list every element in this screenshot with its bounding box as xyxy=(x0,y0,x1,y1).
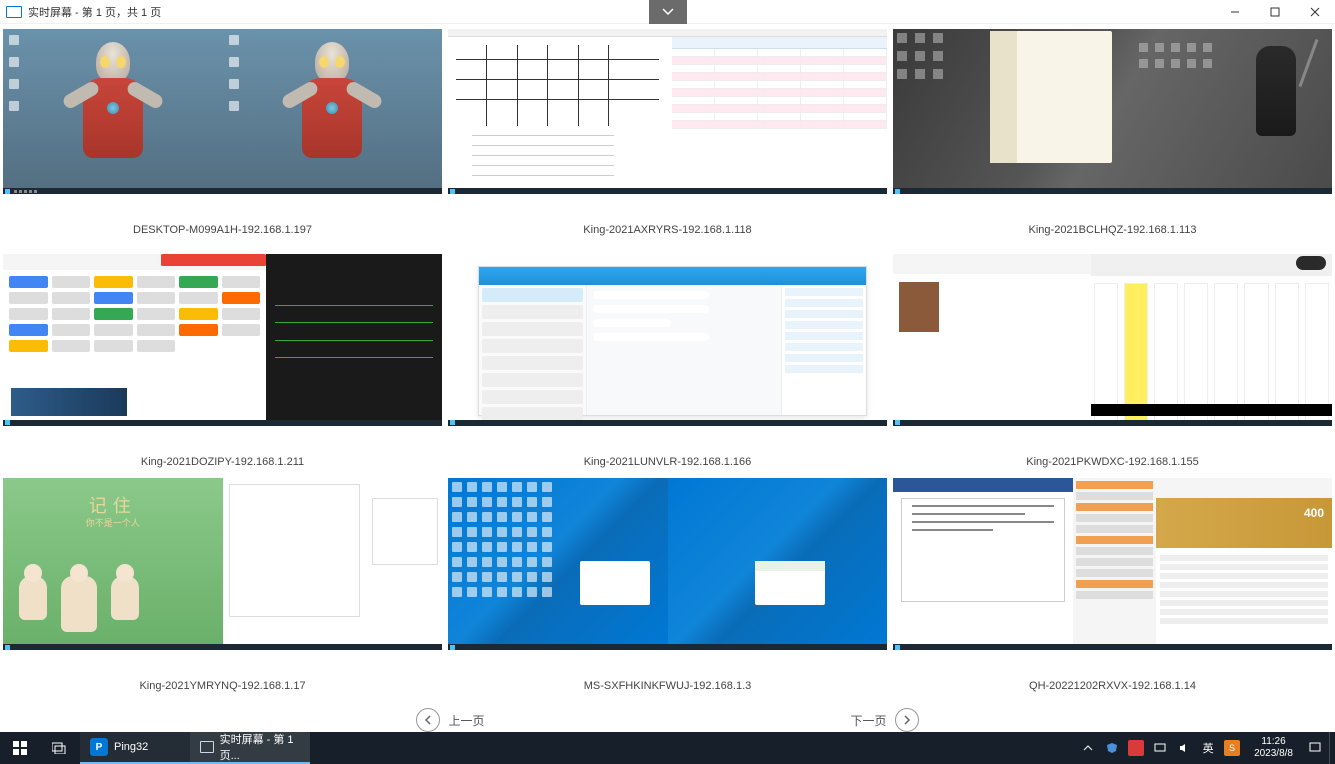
notification-center-icon[interactable] xyxy=(1307,740,1323,756)
window-titlebar: 实时屏幕 - 第 1 页，共 1 页 xyxy=(0,0,1335,24)
clock-date: 2023/8/8 xyxy=(1254,748,1293,760)
screen-thumbnail[interactable] xyxy=(448,254,887,426)
screen-caption: QH-20221202RXVX-192.168.1.14 xyxy=(893,650,1332,692)
task-view-button[interactable] xyxy=(40,732,80,764)
maximize-button[interactable] xyxy=(1255,0,1295,24)
system-tray: 英 S 11:26 2023/8/8 xyxy=(1080,732,1329,764)
close-button[interactable] xyxy=(1295,0,1335,24)
tray-volume-icon[interactable] xyxy=(1176,740,1192,756)
next-page-button[interactable]: 下一页 xyxy=(843,706,927,734)
taskbar-clock[interactable]: 11:26 2023/8/8 xyxy=(1248,736,1299,760)
screen-thumbnail[interactable] xyxy=(448,29,887,194)
screen-caption: King-2021AXRYRS-192.168.1.118 xyxy=(448,194,887,236)
tray-network-icon[interactable] xyxy=(1152,740,1168,756)
app-monitor-icon xyxy=(6,6,22,18)
taskbar-app-ping32[interactable]: P Ping32 xyxy=(80,732,190,764)
screen-caption: DESKTOP-M099A1H-192.168.1.197 xyxy=(3,194,442,236)
screen-thumbnail[interactable]: 记住 你不是一个人 xyxy=(3,478,442,650)
tray-shield-icon[interactable] xyxy=(1104,740,1120,756)
maximize-icon xyxy=(1270,7,1280,17)
tray-overflow-icon[interactable] xyxy=(1080,740,1096,756)
screen-caption: King-2021PKWDXC-192.168.1.155 xyxy=(893,426,1332,468)
monitor-icon xyxy=(200,741,214,753)
screen-tile: King-2021AXRYRS-192.168.1.118 xyxy=(448,29,887,250)
tray-sogou-icon[interactable]: S xyxy=(1224,740,1240,756)
screen-tile: King-2021PKWDXC-192.168.1.155 xyxy=(893,254,1332,475)
screen-tile: King-2021LUNVLR-192.168.1.166 xyxy=(448,254,887,475)
thumb-subtitle: 你不是一个人 xyxy=(86,516,140,529)
thumb-banner-text: 400 xyxy=(1304,506,1324,520)
clock-time: 11:26 xyxy=(1254,736,1293,748)
prev-page-button[interactable]: 上一页 xyxy=(408,706,492,734)
screen-grid: DESKTOP-M099A1H-192.168.1.197 xyxy=(0,24,1335,704)
arrow-right-icon xyxy=(895,708,919,732)
screen-caption: King-2021YMRYNQ-192.168.1.17 xyxy=(3,650,442,692)
start-button[interactable] xyxy=(0,732,40,764)
minimize-icon xyxy=(1230,7,1240,17)
ping32-icon: P xyxy=(90,738,108,756)
screen-tile: MS-SXFHKINKFWUJ-192.168.1.3 xyxy=(448,478,887,699)
screen-thumbnail[interactable]: 400 xyxy=(893,478,1332,650)
screen-tile: King-2021BCLHQZ-192.168.1.113 xyxy=(893,29,1332,250)
screen-thumbnail[interactable] xyxy=(3,254,442,426)
window-title: 实时屏幕 - 第 1 页，共 1 页 xyxy=(28,4,161,20)
tray-ime-icon[interactable]: 英 xyxy=(1200,740,1216,756)
screen-tile: 记住 你不是一个人 King-2021YMRYNQ-192.168.1.17 xyxy=(3,478,442,699)
close-icon xyxy=(1310,7,1320,17)
screen-thumbnail[interactable] xyxy=(893,29,1332,194)
screen-caption: King-2021DOZIPY-192.168.1.211 xyxy=(3,426,442,468)
screen-caption: MS-SXFHKINKFWUJ-192.168.1.3 xyxy=(448,650,887,692)
taskbar-app-realtime-screen[interactable]: 实时屏幕 - 第 1 页... xyxy=(190,732,310,764)
prev-page-label: 上一页 xyxy=(448,712,484,729)
chevron-down-icon xyxy=(662,8,674,16)
arrow-left-icon xyxy=(416,708,440,732)
taskbar-app-label: Ping32 xyxy=(114,741,148,753)
taskbar-app-label: 实时屏幕 - 第 1 页... xyxy=(220,731,300,763)
tray-app-red-icon[interactable] xyxy=(1128,740,1144,756)
taskbar: P Ping32 实时屏幕 - 第 1 页... 英 S 11:26 2023/… xyxy=(0,732,1335,764)
screen-caption: King-2021BCLHQZ-192.168.1.113 xyxy=(893,194,1332,236)
screen-thumbnail[interactable] xyxy=(3,29,442,194)
screen-tile: 400 QH-20221202RXVX-192.168.1.14 xyxy=(893,478,1332,699)
collapse-button[interactable] xyxy=(649,0,687,24)
screen-thumbnail[interactable] xyxy=(448,478,887,650)
windows-icon xyxy=(13,741,27,755)
screen-tile: King-2021DOZIPY-192.168.1.211 xyxy=(3,254,442,475)
task-view-icon xyxy=(52,742,68,754)
window-controls xyxy=(1215,0,1335,24)
minimize-button[interactable] xyxy=(1215,0,1255,24)
screen-thumbnail[interactable] xyxy=(893,254,1332,426)
screen-tile: DESKTOP-M099A1H-192.168.1.197 xyxy=(3,29,442,250)
screen-caption: King-2021LUNVLR-192.168.1.166 xyxy=(448,426,887,468)
thumb-title: 记住 xyxy=(89,492,137,518)
next-page-label: 下一页 xyxy=(851,712,887,729)
show-desktop-button[interactable] xyxy=(1329,732,1335,764)
